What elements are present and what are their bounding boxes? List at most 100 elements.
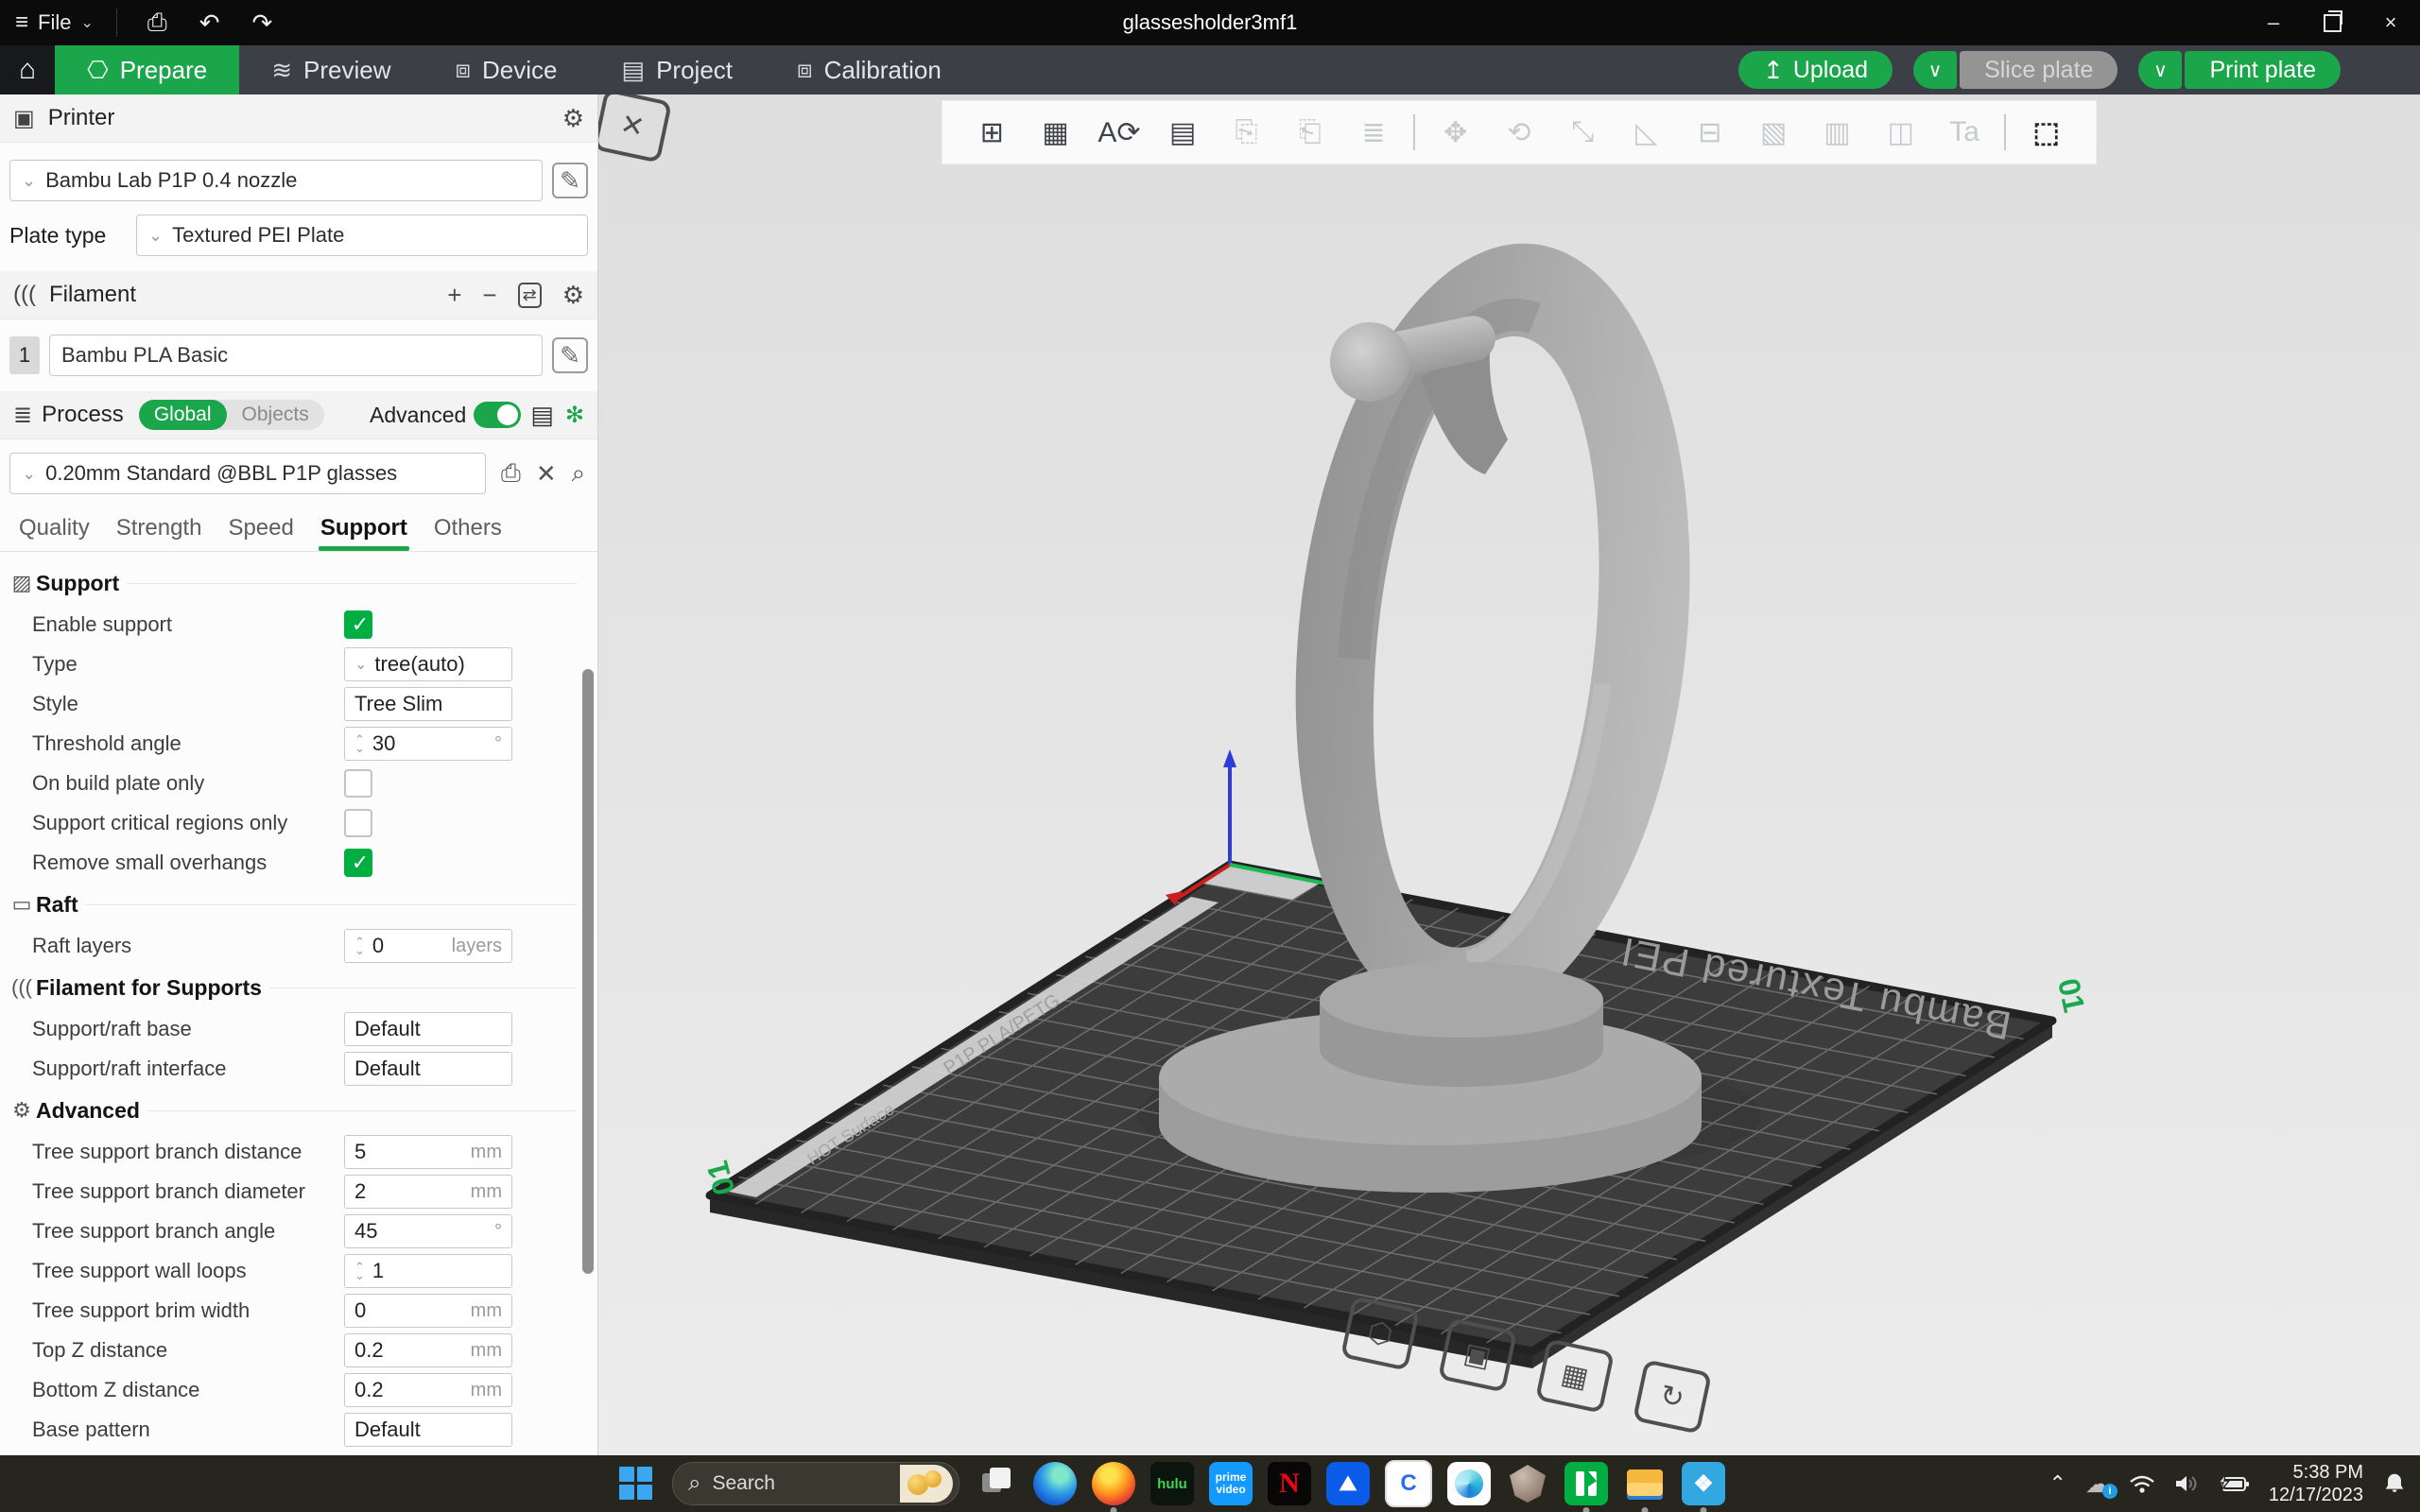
setting-input[interactable]: 2 mm bbox=[344, 1175, 512, 1209]
notification-bell-icon[interactable] bbox=[2382, 1471, 2407, 1496]
spinner-arrows-icon[interactable]: ⌃ ⌄ bbox=[354, 936, 365, 956]
setting-input[interactable]: 45 ° bbox=[344, 1214, 512, 1248]
edit-filament-button[interactable]: ✎ bbox=[552, 337, 588, 373]
filament-select[interactable]: Bambu PLA Basic bbox=[49, 335, 543, 376]
setting-input[interactable]: Default bbox=[344, 1012, 512, 1046]
variable-layer-icon[interactable]: ▧ bbox=[1750, 116, 1797, 149]
auto-orient-icon[interactable]: A⟳ bbox=[1096, 116, 1143, 149]
close-button[interactable]: × bbox=[2361, 0, 2420, 45]
nav-tab[interactable]: ⎔ Prepare bbox=[55, 45, 240, 94]
volume-icon[interactable] bbox=[2174, 1473, 2199, 1494]
advanced-toggle[interactable] bbox=[474, 402, 522, 428]
gem-app-icon[interactable] bbox=[1506, 1462, 1549, 1505]
slice-dropdown-button[interactable]: ∨ bbox=[1913, 51, 1958, 89]
support-paint-icon[interactable]: ▥ bbox=[1813, 116, 1860, 149]
toolbar-divider[interactable] bbox=[2004, 114, 2007, 150]
setting-input[interactable]: 0 mm bbox=[344, 1294, 512, 1328]
add-model-icon[interactable]: ⊞ bbox=[968, 116, 1015, 149]
copy-icon[interactable]: ⎘ bbox=[1222, 116, 1270, 148]
text-tool-icon[interactable]: Ta bbox=[1941, 116, 1988, 148]
lay-on-face-icon[interactable]: ◺ bbox=[1623, 116, 1670, 149]
scene-canvas[interactable]: P1P PLA/PETG HOT Surface Bambu Textured … bbox=[598, 94, 2420, 1455]
layer-list-icon[interactable]: ≣ bbox=[1350, 116, 1397, 149]
start-button[interactable] bbox=[619, 1467, 653, 1501]
restore-button[interactable] bbox=[2303, 0, 2361, 45]
bambu-handy-icon[interactable]: ❖ bbox=[1682, 1462, 1725, 1512]
print-plate-button[interactable]: Print plate bbox=[2185, 51, 2341, 89]
setting-input[interactable]: ⌃ ⌄ 30 ° bbox=[344, 727, 512, 761]
arrange-icon[interactable]: ▤ bbox=[1159, 116, 1206, 149]
process-preset-select[interactable]: ⌄ 0.20mm Standard @BBL P1P glasses bbox=[9, 453, 486, 494]
remove-filament-button[interactable]: − bbox=[482, 283, 496, 307]
tray-chevron-icon[interactable]: ⌃ bbox=[2048, 1471, 2066, 1496]
task-view-icon[interactable] bbox=[975, 1462, 1018, 1505]
nav-tab[interactable]: ▤ Project bbox=[590, 45, 766, 94]
model-glasses-holder[interactable] bbox=[1137, 224, 1761, 1193]
setting-input[interactable]: Default bbox=[344, 1413, 512, 1447]
nav-tab[interactable]: ⧈ Calibration bbox=[765, 45, 974, 94]
edge-icon[interactable] bbox=[1033, 1462, 1077, 1505]
assembly-icon[interactable]: ⬚ bbox=[2023, 116, 2070, 149]
file-menu-button[interactable]: ≡ File ⌄ bbox=[15, 9, 94, 36]
nav-tab[interactable]: ≋ Preview bbox=[239, 45, 423, 94]
sidebar-scrollbar[interactable] bbox=[580, 575, 596, 1453]
home-button[interactable]: ⌂ bbox=[0, 45, 55, 94]
filament-settings-gear-icon[interactable]: ⚙ bbox=[562, 283, 584, 307]
toolbar-divider[interactable] bbox=[1413, 114, 1416, 150]
spinner-arrows-icon[interactable]: ⌃ ⌄ bbox=[354, 1261, 365, 1281]
save-preset-icon[interactable]: ⎙ bbox=[501, 458, 521, 489]
viewport-3d[interactable]: P1P PLA/PETG HOT Surface Bambu Textured … bbox=[598, 94, 2420, 1455]
upload-button[interactable]: ↥ Upload bbox=[1738, 51, 1893, 89]
mesh-boolean-icon[interactable]: ◫ bbox=[1877, 116, 1925, 149]
printer-settings-gear-icon[interactable]: ⚙ bbox=[562, 106, 584, 130]
process-tab[interactable]: Strength bbox=[103, 507, 216, 551]
bambu-studio-icon[interactable] bbox=[1564, 1462, 1608, 1512]
spinner-arrows-icon[interactable]: ⌃ ⌄ bbox=[354, 733, 365, 754]
paste-icon[interactable]: ⎗ bbox=[1287, 116, 1334, 148]
slice-plate-button[interactable]: Slice plate bbox=[1960, 51, 2118, 89]
add-plate-icon[interactable]: ▦ bbox=[1032, 116, 1080, 149]
minimize-button[interactable]: – bbox=[2244, 0, 2303, 45]
file-explorer-icon[interactable] bbox=[1623, 1462, 1667, 1512]
clock[interactable]: 5:38 PM 12/17/2023 bbox=[2269, 1461, 2363, 1506]
add-filament-button[interactable]: + bbox=[447, 283, 461, 307]
onedrive-icon[interactable]: ☁ i bbox=[2085, 1469, 2118, 1499]
process-tab[interactable]: Others bbox=[421, 507, 515, 551]
wifi-icon[interactable] bbox=[2129, 1473, 2155, 1494]
setting-input[interactable]: 0.2 mm bbox=[344, 1333, 512, 1367]
battery-icon[interactable] bbox=[2217, 1472, 2250, 1495]
redo-button[interactable]: ↷ bbox=[244, 9, 280, 38]
parameter-list-icon[interactable]: ▤ bbox=[530, 401, 554, 430]
plate-type-select[interactable]: ⌄ Textured PEI Plate bbox=[136, 215, 588, 256]
save-button[interactable]: ⎙ bbox=[140, 8, 175, 38]
setting-input[interactable]: ⌄ tree(auto) bbox=[344, 647, 512, 681]
hulu-icon[interactable]: hulu bbox=[1150, 1462, 1194, 1505]
printer-select[interactable]: ⌄ Bambu Lab P1P 0.4 nozzle bbox=[9, 160, 543, 201]
search-settings-icon[interactable]: ⌕ bbox=[572, 458, 586, 489]
netflix-icon[interactable]: N bbox=[1268, 1462, 1311, 1505]
setting-checkbox[interactable] bbox=[344, 610, 374, 639]
setting-checkbox[interactable] bbox=[344, 849, 374, 877]
setting-checkbox[interactable] bbox=[344, 769, 372, 798]
setting-input[interactable]: ⌃ ⌄ 1 bbox=[344, 1254, 512, 1288]
scrollbar-thumb[interactable] bbox=[582, 669, 594, 1274]
split-icon[interactable]: ⊟ bbox=[1686, 116, 1734, 149]
firefox-icon[interactable] bbox=[1092, 1462, 1135, 1512]
search-input[interactable]: ⌕ Search bbox=[672, 1462, 959, 1505]
scope-global[interactable]: Global bbox=[138, 400, 227, 430]
setting-input[interactable]: 0.2 mm bbox=[344, 1373, 512, 1407]
filament-slot-chip[interactable]: 1 bbox=[9, 336, 40, 374]
paramount-icon[interactable]: ⛰ bbox=[1326, 1462, 1370, 1505]
scale-icon[interactable]: ⤡ bbox=[1559, 116, 1606, 148]
process-tab[interactable]: Quality bbox=[6, 507, 103, 551]
setting-checkbox[interactable] bbox=[344, 809, 372, 837]
setting-input[interactable]: Tree Slim bbox=[344, 687, 512, 721]
nav-tab[interactable]: ⧈ Device bbox=[423, 45, 589, 94]
process-scope-toggle[interactable]: Global Objects bbox=[138, 400, 324, 430]
c-shield-app-icon[interactable]: C bbox=[1385, 1460, 1432, 1507]
print-dropdown-button[interactable]: ∨ bbox=[2138, 51, 2183, 89]
blue-swirl-app-icon[interactable] bbox=[1447, 1462, 1491, 1505]
ams-sync-icon[interactable]: ⇄ bbox=[517, 282, 542, 308]
prime-video-icon[interactable]: prime video bbox=[1209, 1462, 1253, 1505]
undo-button[interactable]: ↶ bbox=[192, 9, 228, 38]
